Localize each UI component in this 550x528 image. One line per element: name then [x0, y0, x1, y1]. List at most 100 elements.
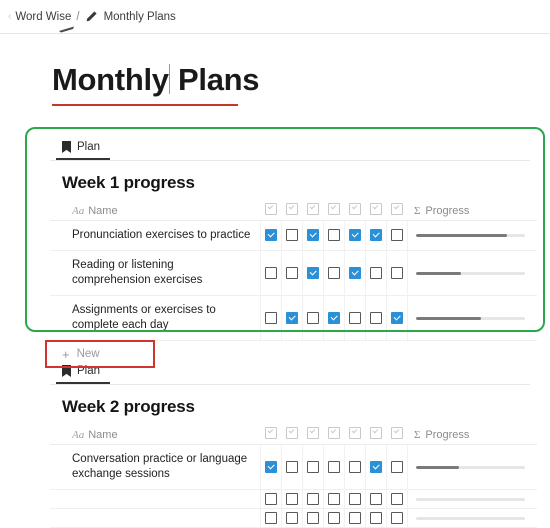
checkbox-unchecked-icon[interactable] — [390, 460, 403, 473]
checkbox-unchecked-icon[interactable] — [348, 311, 361, 324]
column-header-progress[interactable]: Σ Progress — [407, 201, 537, 221]
column-header-checkbox-col-1[interactable] — [260, 425, 281, 445]
checkbox-unchecked-icon[interactable] — [285, 460, 298, 473]
table-row[interactable]: Pronunciation exercises to practice — [50, 220, 537, 251]
checkbox-unchecked-icon[interactable] — [327, 511, 340, 524]
column-header-name[interactable]: Aa Name — [50, 425, 260, 445]
column-header-checkbox-col-3[interactable] — [302, 201, 323, 221]
cell-checkbox-4[interactable] — [323, 250, 345, 296]
cell-checkbox-2[interactable] — [281, 295, 303, 341]
cell-checkbox-2[interactable] — [281, 508, 303, 528]
cell-name[interactable]: Assignments or exercises to complete eac… — [50, 295, 261, 341]
checkbox-unchecked-icon[interactable] — [348, 460, 361, 473]
breadcrumb-root-link[interactable]: Word Wise — [15, 11, 71, 23]
checkbox-checked-icon[interactable] — [306, 266, 319, 279]
checkbox-unchecked-icon[interactable] — [369, 492, 382, 505]
cell-checkbox-6[interactable] — [365, 220, 387, 251]
cell-checkbox-7[interactable] — [386, 489, 408, 509]
checkbox-checked-icon[interactable] — [369, 229, 382, 242]
checkbox-checked-icon[interactable] — [369, 460, 382, 473]
checkbox-unchecked-icon[interactable] — [390, 511, 403, 524]
cell-checkbox-7[interactable] — [386, 508, 408, 528]
cell-checkbox-6[interactable] — [365, 508, 387, 528]
cell-checkbox-2[interactable] — [281, 489, 303, 509]
checkbox-unchecked-icon[interactable] — [264, 492, 277, 505]
checkbox-unchecked-icon[interactable] — [264, 311, 277, 324]
cell-checkbox-1[interactable] — [260, 295, 282, 341]
column-header-checkbox-col-2[interactable] — [281, 425, 302, 445]
cell-checkbox-2[interactable] — [281, 250, 303, 296]
cell-checkbox-2[interactable] — [281, 220, 303, 251]
cell-checkbox-5[interactable] — [344, 444, 366, 490]
checkbox-unchecked-icon[interactable] — [390, 229, 403, 242]
checkbox-checked-icon[interactable] — [327, 311, 340, 324]
checkbox-unchecked-icon[interactable] — [369, 511, 382, 524]
checkbox-unchecked-icon[interactable] — [327, 460, 340, 473]
checkbox-unchecked-icon[interactable] — [306, 311, 319, 324]
column-header-checkbox-col-7[interactable] — [386, 201, 407, 221]
checkbox-unchecked-icon[interactable] — [348, 492, 361, 505]
column-header-checkbox-col-5[interactable] — [344, 201, 365, 221]
cell-checkbox-3[interactable] — [302, 250, 324, 296]
cell-name[interactable] — [50, 489, 261, 509]
cell-checkbox-5[interactable] — [344, 250, 366, 296]
cell-checkbox-3[interactable] — [302, 508, 324, 528]
checkbox-checked-icon[interactable] — [285, 311, 298, 324]
cell-checkbox-4[interactable] — [323, 220, 345, 251]
cell-checkbox-7[interactable] — [386, 250, 408, 296]
checkbox-checked-icon[interactable] — [348, 266, 361, 279]
checkbox-unchecked-icon[interactable] — [327, 229, 340, 242]
checkbox-unchecked-icon[interactable] — [327, 266, 340, 279]
column-header-checkbox-col-4[interactable] — [323, 201, 344, 221]
checkbox-checked-icon[interactable] — [264, 460, 277, 473]
checkbox-unchecked-icon[interactable] — [369, 311, 382, 324]
checkbox-checked-icon[interactable] — [264, 229, 277, 242]
checkbox-checked-icon[interactable] — [306, 229, 319, 242]
checkbox-unchecked-icon[interactable] — [327, 492, 340, 505]
cell-checkbox-4[interactable] — [323, 489, 345, 509]
checkbox-unchecked-icon[interactable] — [390, 266, 403, 279]
cell-checkbox-4[interactable] — [323, 508, 345, 528]
column-header-checkbox-col-5[interactable] — [344, 425, 365, 445]
cell-checkbox-3[interactable] — [302, 295, 324, 341]
column-header-checkbox-col-1[interactable] — [260, 201, 281, 221]
cell-checkbox-6[interactable] — [365, 444, 387, 490]
cell-checkbox-7[interactable] — [386, 444, 408, 490]
page-title[interactable]: Monthly Plans — [52, 60, 260, 100]
cell-checkbox-1[interactable] — [260, 444, 282, 490]
cell-checkbox-1[interactable] — [260, 508, 282, 528]
cell-checkbox-3[interactable] — [302, 444, 324, 490]
checkbox-unchecked-icon[interactable] — [306, 460, 319, 473]
cell-name[interactable] — [50, 508, 261, 528]
checkbox-unchecked-icon[interactable] — [285, 492, 298, 505]
checkbox-unchecked-icon[interactable] — [285, 511, 298, 524]
checkbox-unchecked-icon[interactable] — [348, 511, 361, 524]
cell-checkbox-7[interactable] — [386, 295, 408, 341]
checkbox-checked-icon[interactable] — [390, 311, 403, 324]
table-row[interactable]: Conversation practice or language exchan… — [50, 444, 537, 490]
checkbox-unchecked-icon[interactable] — [285, 266, 298, 279]
checkbox-unchecked-icon[interactable] — [306, 511, 319, 524]
table-row[interactable]: Reading or listening comprehension exerc… — [50, 250, 537, 296]
cell-checkbox-6[interactable] — [365, 489, 387, 509]
cell-name[interactable]: Reading or listening comprehension exerc… — [50, 250, 261, 296]
pencil-icon[interactable] — [85, 10, 98, 23]
cell-checkbox-4[interactable] — [323, 295, 345, 341]
cell-checkbox-5[interactable] — [344, 489, 366, 509]
cell-checkbox-1[interactable] — [260, 489, 282, 509]
column-header-name[interactable]: Aa Name — [50, 201, 260, 221]
column-header-checkbox-col-7[interactable] — [386, 425, 407, 445]
cell-checkbox-5[interactable] — [344, 508, 366, 528]
cell-checkbox-7[interactable] — [386, 220, 408, 251]
checkbox-unchecked-icon[interactable] — [285, 229, 298, 242]
cell-checkbox-5[interactable] — [344, 295, 366, 341]
cell-checkbox-3[interactable] — [302, 220, 324, 251]
cell-checkbox-2[interactable] — [281, 444, 303, 490]
table-row[interactable]: Assignments or exercises to complete eac… — [50, 295, 537, 341]
table-row[interactable] — [50, 508, 537, 528]
section-heading-week-1-progress[interactable]: Week 1 progress — [50, 161, 530, 201]
cell-name[interactable]: Conversation practice or language exchan… — [50, 444, 261, 490]
checkbox-unchecked-icon[interactable] — [390, 492, 403, 505]
tab-plan-2[interactable]: Plan — [56, 365, 111, 384]
column-header-checkbox-col-3[interactable] — [302, 425, 323, 445]
